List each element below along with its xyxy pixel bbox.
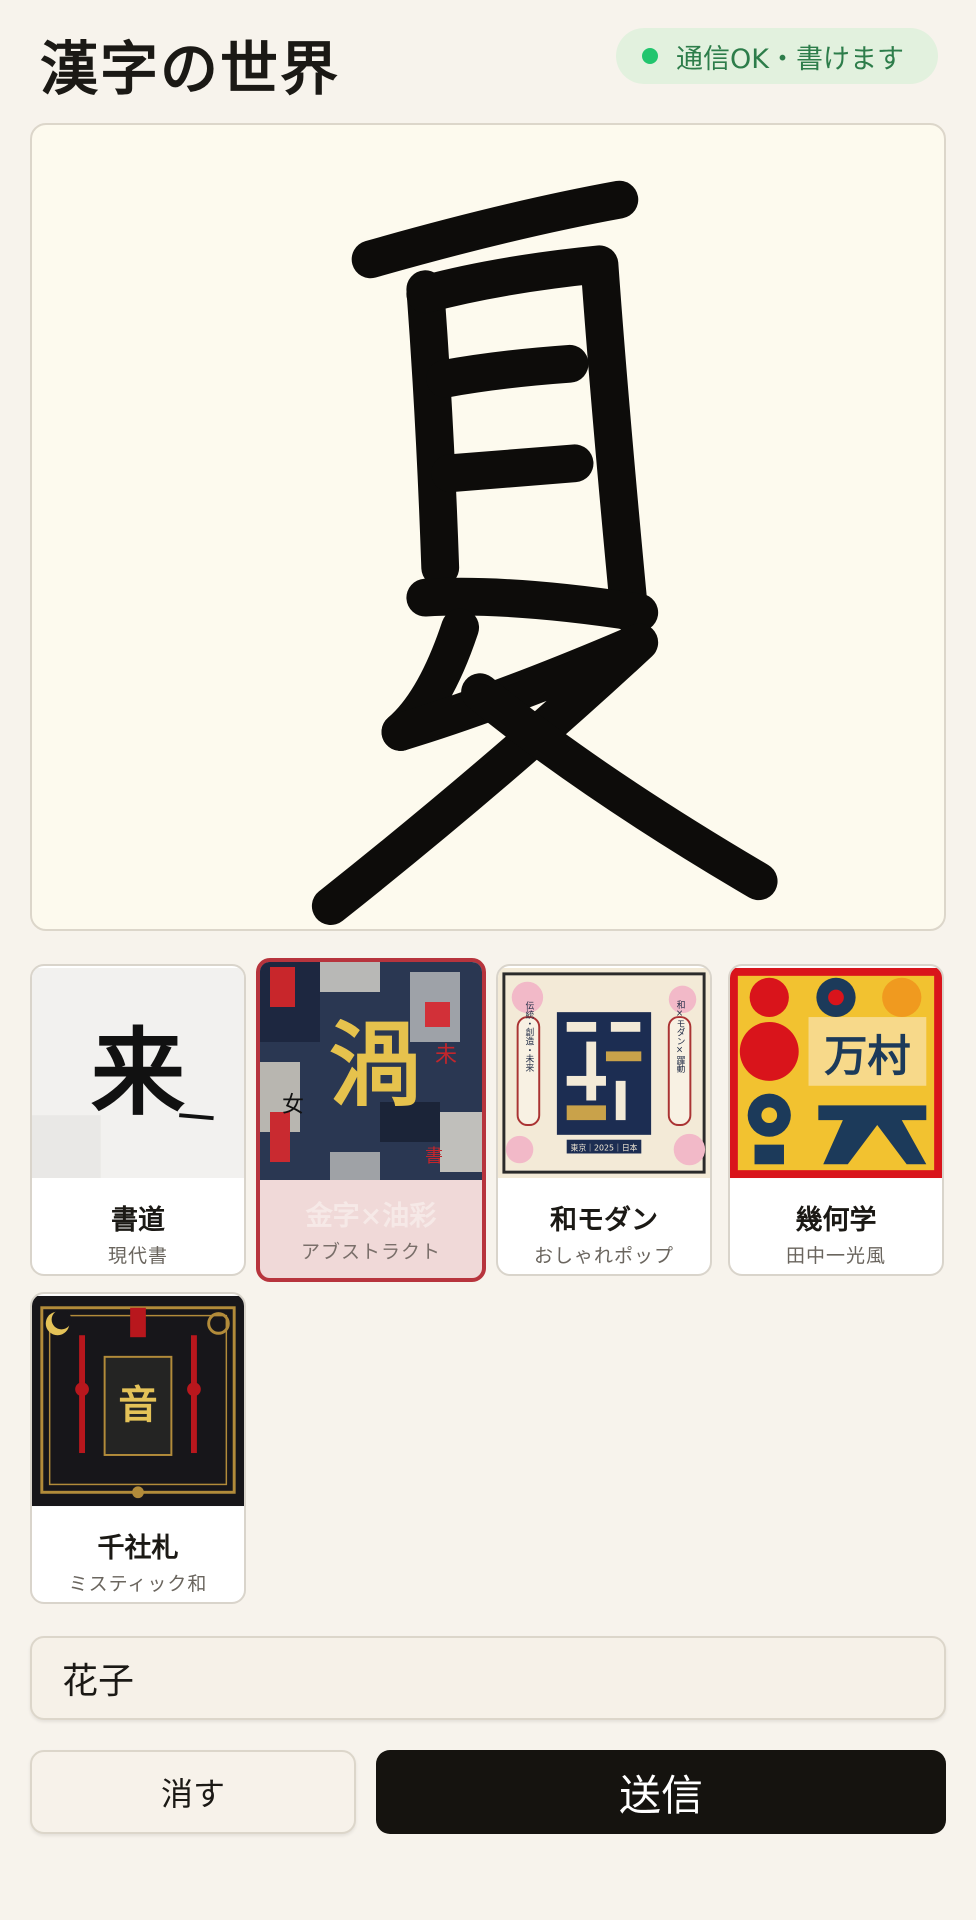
style-card-wa-modern[interactable]: 伝統・創造・未来 和×モダン×躍動 東京｜2025｜日本 和モダン おしゃれポッ…	[496, 964, 712, 1276]
thumb-glyph: 万村	[824, 1031, 910, 1082]
thumb-left-text: 伝統・創造・未来	[523, 1001, 533, 1073]
wa-modern-thumbnail: 伝統・創造・未来 和×モダン×躍動 東京｜2025｜日本	[498, 966, 710, 1180]
style-title: 千社札	[97, 1533, 179, 1564]
stroke-4	[426, 344, 589, 398]
style-subtitle: アブストラクト	[300, 1241, 441, 1263]
style-subtitle: ミスティック和	[68, 1573, 208, 1595]
gold-oil-thumbnail: 渦 未 女 書	[260, 962, 482, 1180]
thumb-glyph: 渦	[329, 1011, 421, 1119]
clear-button[interactable]: 消す	[30, 1750, 356, 1834]
geometric-thumbnail: 万村	[730, 966, 942, 1180]
svg-text:女: 女	[282, 1093, 304, 1118]
style-title: 書道	[111, 1205, 165, 1236]
status-text: 通信OK・書けます	[676, 43, 904, 75]
thumb-footer-text: 東京｜2025｜日本	[570, 1143, 637, 1153]
stroke-5	[431, 444, 594, 493]
thumb-glyph: 来	[91, 1018, 185, 1128]
style-subtitle: おしゃれポップ	[533, 1245, 674, 1267]
style-title: 金字×油彩	[305, 1201, 437, 1232]
name-input[interactable]	[30, 1636, 946, 1720]
style-card-geometric[interactable]: 万村 幾何学 田中一光風	[728, 964, 944, 1276]
app-title: 漢字の世界	[40, 35, 341, 103]
svg-text:未: 未	[435, 1043, 457, 1068]
style-card-shodo[interactable]: 来 書道 現代書	[30, 964, 246, 1276]
thumb-glyph: 音	[118, 1383, 157, 1429]
connection-status-badge: 通信OK・書けます	[616, 28, 938, 84]
stroke-2	[406, 270, 460, 587]
svg-text:書: 書	[425, 1146, 443, 1167]
senjafuda-thumbnail: 音	[32, 1294, 244, 1508]
drawing-canvas[interactable]	[30, 123, 946, 931]
style-subtitle: 現代書	[107, 1245, 168, 1267]
stroke-9	[461, 673, 778, 901]
thumb-right-text: 和×モダン×躍動	[675, 1000, 685, 1074]
style-card-senjafuda[interactable]: 音 千社札 ミスティック和	[30, 1292, 246, 1604]
drawn-strokes	[311, 180, 778, 926]
style-subtitle: 田中一光風	[785, 1245, 886, 1267]
style-title: 和モダン	[550, 1205, 658, 1236]
shodo-thumbnail: 来	[32, 966, 244, 1180]
status-dot-icon	[642, 48, 658, 64]
send-button[interactable]: 送信	[376, 1750, 946, 1834]
style-title: 幾何学	[795, 1205, 877, 1236]
style-card-gold-oil[interactable]: 渦 未 女 書 金字×油彩 アブストラクト	[256, 958, 486, 1282]
